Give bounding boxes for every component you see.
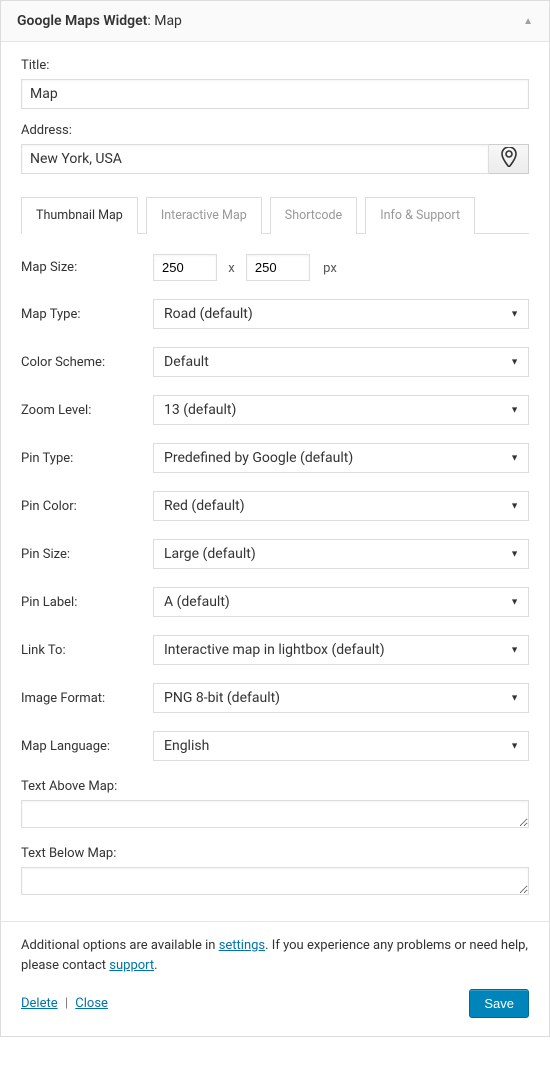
color-scheme-select[interactable]: Default xyxy=(153,347,529,377)
map-language-label: Map Language: xyxy=(21,739,153,754)
widget-footer: Additional options are available in sett… xyxy=(1,921,549,1036)
tab-thumbnail-map[interactable]: Thumbnail Map xyxy=(21,197,138,234)
pin-type-select[interactable]: Predefined by Google (default) xyxy=(153,443,529,473)
widget-title: Google Maps Widget: Map xyxy=(17,13,182,29)
text-above-label: Text Above Map: xyxy=(21,779,529,794)
link-to-select[interactable]: Interactive map in lightbox (default) xyxy=(153,635,529,665)
support-link[interactable]: support xyxy=(109,958,154,973)
footer-actions: Delete | Close Save xyxy=(21,989,529,1018)
link-to-label: Link To: xyxy=(21,643,153,658)
tab-panel-thumbnail: Map Size: x px Map Type: Road (default) … xyxy=(21,233,529,899)
map-height-input[interactable] xyxy=(246,254,310,281)
row-map-language: Map Language: English xyxy=(21,731,529,761)
map-type-label: Map Type: xyxy=(21,307,153,322)
widget-name: Google Maps Widget xyxy=(17,13,147,29)
address-field-block: Address: xyxy=(21,123,529,174)
map-width-input[interactable] xyxy=(153,254,217,281)
pin-size-select[interactable]: Large (default) xyxy=(153,539,529,569)
row-pin-size: Pin Size: Large (default) xyxy=(21,539,529,569)
widget-header: Google Maps Widget: Map ▲ xyxy=(1,0,549,42)
row-pin-type: Pin Type: Predefined by Google (default) xyxy=(21,443,529,473)
image-format-select[interactable]: PNG 8-bit (default) xyxy=(153,683,529,713)
pin-color-select[interactable]: Red (default) xyxy=(153,491,529,521)
row-zoom: Zoom Level: 13 (default) xyxy=(21,395,529,425)
widget-container: Google Maps Widget: Map ▲ Title: Address… xyxy=(0,0,550,1037)
map-type-select[interactable]: Road (default) xyxy=(153,299,529,329)
text-below-label: Text Below Map: xyxy=(21,846,529,861)
address-input[interactable] xyxy=(21,144,489,174)
settings-link[interactable]: settings xyxy=(219,938,265,953)
pin-label-select[interactable]: A (default) xyxy=(153,587,529,617)
tab-shortcode[interactable]: Shortcode xyxy=(270,197,357,234)
row-link-to: Link To: Interactive map in lightbox (de… xyxy=(21,635,529,665)
title-field-block: Title: xyxy=(21,58,529,109)
widget-body: Title: Address: Thumbnail Map Interactiv… xyxy=(1,42,549,921)
widget-instance: Map xyxy=(154,13,182,29)
row-pin-color: Pin Color: Red (default) xyxy=(21,491,529,521)
pin-type-label: Pin Type: xyxy=(21,451,153,466)
row-pin-label: Pin Label: A (default) xyxy=(21,587,529,617)
zoom-select[interactable]: 13 (default) xyxy=(153,395,529,425)
save-button[interactable]: Save xyxy=(469,989,529,1018)
text-above-block: Text Above Map: xyxy=(21,779,529,832)
tab-interactive-map[interactable]: Interactive Map xyxy=(146,197,262,234)
title-input[interactable] xyxy=(21,79,529,109)
pin-color-label: Pin Color: xyxy=(21,499,153,514)
map-size-label: Map Size: xyxy=(21,260,153,275)
text-above-textarea[interactable] xyxy=(21,800,529,828)
row-map-type: Map Type: Road (default) xyxy=(21,299,529,329)
address-label: Address: xyxy=(21,123,529,138)
size-unit: px xyxy=(323,261,337,276)
size-separator: x xyxy=(228,261,234,276)
color-scheme-label: Color Scheme: xyxy=(21,355,153,370)
pin-icon xyxy=(501,147,517,171)
pin-size-label: Pin Size: xyxy=(21,547,153,562)
zoom-label: Zoom Level: xyxy=(21,403,153,418)
image-format-label: Image Format: xyxy=(21,691,153,706)
tabs: Thumbnail Map Interactive Map Shortcode … xyxy=(21,196,529,233)
title-label: Title: xyxy=(21,58,529,73)
row-color-scheme: Color Scheme: Default xyxy=(21,347,529,377)
tab-info-support[interactable]: Info & Support xyxy=(365,197,475,234)
footer-links: Delete | Close xyxy=(21,996,108,1011)
map-language-select[interactable]: English xyxy=(153,731,529,761)
row-map-size: Map Size: x px xyxy=(21,254,529,281)
text-below-textarea[interactable] xyxy=(21,867,529,895)
delete-link[interactable]: Delete xyxy=(21,996,58,1011)
collapse-icon[interactable]: ▲ xyxy=(523,16,533,27)
close-link[interactable]: Close xyxy=(75,996,108,1011)
footer-text: Additional options are available in sett… xyxy=(21,936,529,975)
footer-separator: | xyxy=(65,996,68,1011)
row-image-format: Image Format: PNG 8-bit (default) xyxy=(21,683,529,713)
text-below-block: Text Below Map: xyxy=(21,846,529,899)
address-locate-button[interactable] xyxy=(489,144,529,174)
pin-label-label: Pin Label: xyxy=(21,595,153,610)
